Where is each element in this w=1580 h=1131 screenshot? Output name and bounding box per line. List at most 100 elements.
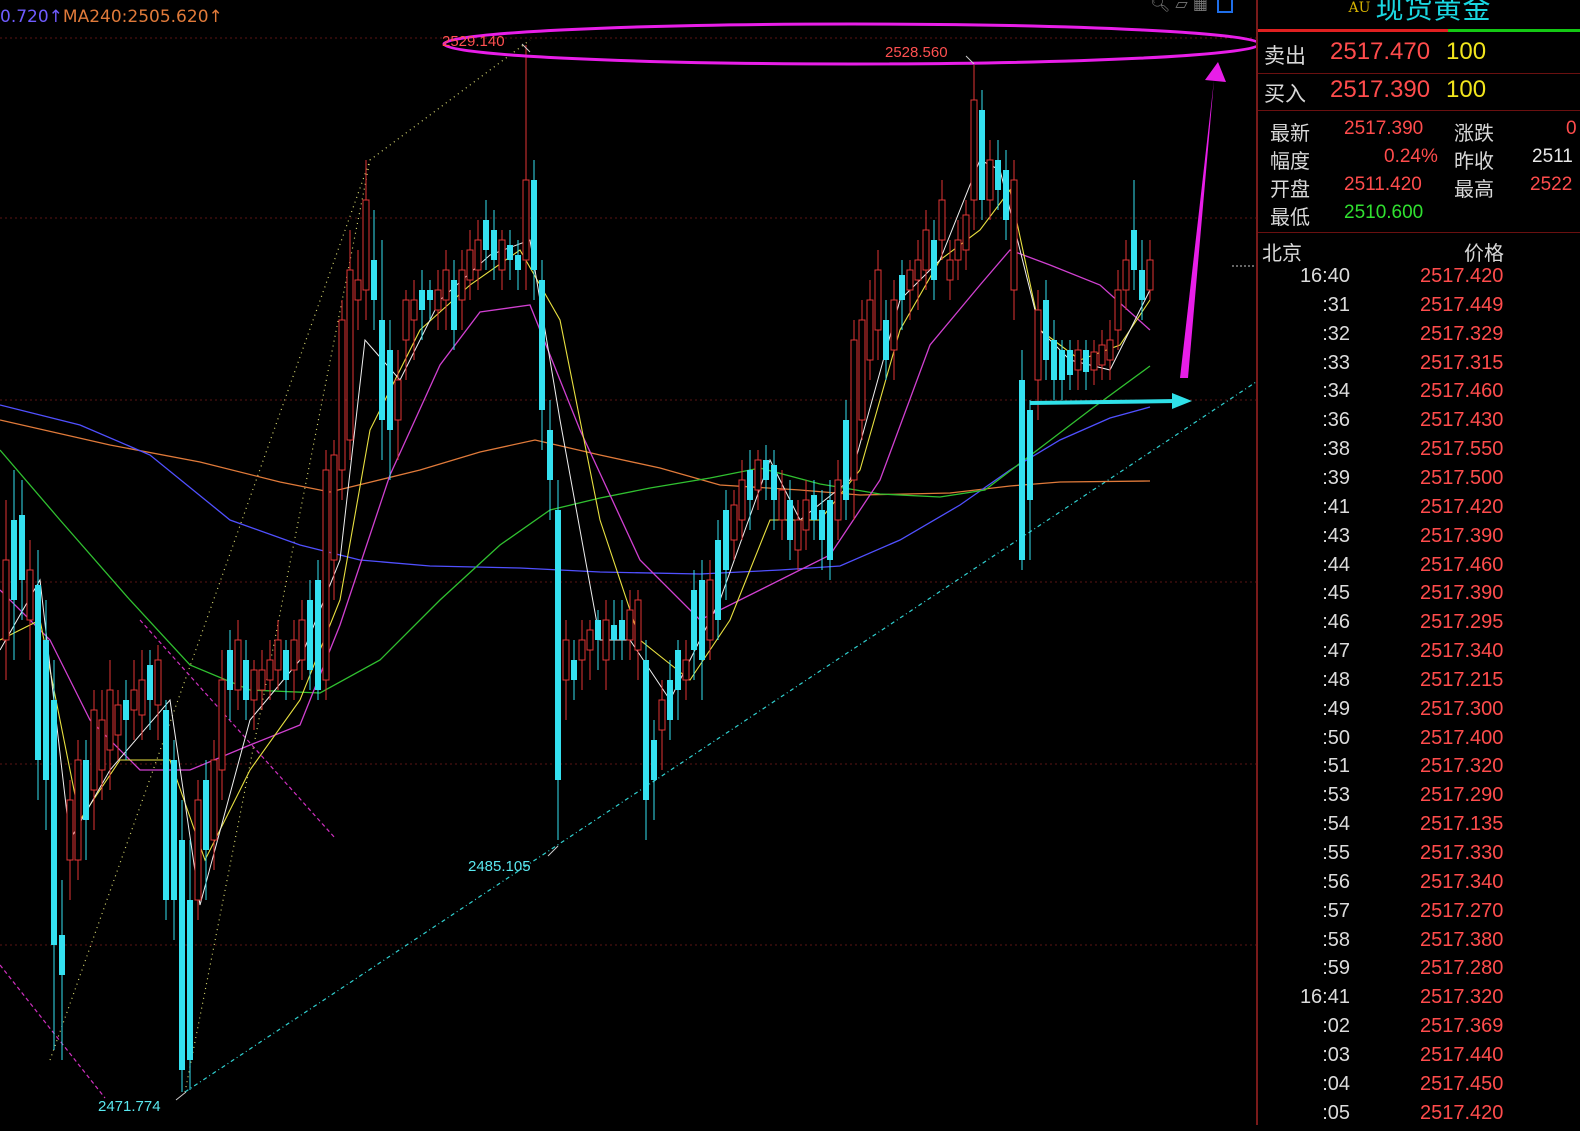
candle-body-up — [210, 759, 218, 841]
ma60-line — [0, 365, 1151, 694]
candle-body-down — [123, 700, 129, 720]
candle-body-up — [338, 319, 346, 471]
tick-time: :46 — [1322, 611, 1350, 634]
price-label-low-left: 2471.774 — [98, 1098, 161, 1115]
candle-body-down — [427, 290, 433, 300]
tick-price: 2517.390 — [1420, 582, 1504, 605]
candlestick-chart[interactable]: 0.720↑MA240:2505.620↑ 🔍︎ ▱ ▦ 2529.140 25… — [0, 0, 1258, 1125]
tick-row: :48 2517.215 — [1258, 669, 1580, 698]
tick-row: :45 2517.390 — [1258, 582, 1580, 611]
candle-body-down — [787, 500, 793, 540]
candle-body-down — [811, 495, 817, 520]
tick-row: :58 2517.380 — [1258, 929, 1580, 958]
candle-body-down — [43, 640, 49, 780]
candle-body-down — [1139, 270, 1145, 300]
candle-body-down — [1051, 340, 1057, 380]
tick-time: :56 — [1322, 870, 1350, 893]
tick-time: :03 — [1322, 1043, 1350, 1066]
candle-body-down — [171, 760, 177, 900]
tick-price: 2517.340 — [1420, 640, 1504, 663]
sell-row[interactable]: 卖出 2517.470 100 — [1258, 36, 1580, 72]
candle-body-up — [970, 99, 978, 201]
candle-body-down — [691, 590, 697, 650]
candle-body-up — [2, 559, 10, 641]
tick-price: 2517.450 — [1420, 1072, 1504, 1095]
buy-row[interactable]: 买入 2517.390 100 — [1258, 74, 1580, 110]
stat-change-value: 0 — [1566, 118, 1577, 139]
candle-body-down — [667, 680, 673, 720]
candle-body-up — [874, 269, 882, 331]
buy-price: 2517.390 — [1330, 76, 1431, 103]
candle-body-up — [858, 319, 866, 421]
tick-time: :45 — [1322, 582, 1350, 605]
tick-row: :31 2517.449 — [1258, 294, 1580, 323]
tick-time: :32 — [1322, 322, 1350, 345]
tick-row: :43 2517.390 — [1258, 525, 1580, 554]
tick-row: :03 2517.440 — [1258, 1044, 1580, 1073]
tick-time: :47 — [1322, 640, 1350, 663]
stat-low: 最低 2510.600 — [1270, 201, 1423, 230]
tick-price: 2517.135 — [1420, 813, 1504, 836]
tick-price: 2517.420 — [1420, 1101, 1504, 1124]
draw-tool-icon[interactable]: ▱ — [1175, 0, 1187, 13]
candle-body-up — [706, 579, 714, 641]
candle-body-up — [458, 269, 466, 301]
tick-price: 2517.215 — [1420, 668, 1504, 691]
candle-body-up — [794, 519, 802, 551]
layout-icon[interactable]: ▦ — [1193, 0, 1208, 13]
tick-time: :33 — [1322, 351, 1350, 374]
tick-price: 2517.369 — [1420, 1015, 1504, 1038]
tick-row: :04 2517.450 — [1258, 1073, 1580, 1102]
trend-line — [0, 964, 106, 1099]
tick-time: :36 — [1322, 409, 1350, 432]
instrument-name: 现货黄金 — [1375, 0, 1492, 25]
tick-price: 2517.329 — [1420, 322, 1504, 345]
ma10-line — [0, 188, 1151, 862]
candle-body-up — [1074, 349, 1082, 371]
ma-legend-value-a: 0.720 — [0, 7, 49, 27]
candle-body-up — [850, 339, 858, 481]
ma240-legend: MA240:2505.620 — [62, 7, 209, 27]
candle-body-down — [643, 660, 649, 800]
candle-body-down — [243, 660, 249, 700]
tick-price: 2517.290 — [1420, 784, 1504, 807]
window-icon[interactable] — [1217, 0, 1234, 13]
tick-time: :41 — [1322, 495, 1350, 518]
chart-grid — [0, 37, 1256, 946]
candle-body-up — [298, 619, 306, 661]
tick-price: 2517.270 — [1420, 899, 1504, 922]
candle-body-down — [883, 320, 889, 360]
candle-body-up — [266, 659, 274, 681]
candle-body-down — [147, 665, 153, 700]
candle-body-down — [651, 740, 657, 780]
candle-body-down — [283, 650, 289, 680]
tick-price: 2517.500 — [1420, 466, 1504, 489]
tick-row: :49 2517.300 — [1258, 698, 1580, 727]
tick-price: 2517.420 — [1420, 495, 1504, 518]
tick-row: :59 2517.280 — [1258, 957, 1580, 986]
candle-body-down — [539, 280, 545, 410]
chart-canvas[interactable] — [0, 0, 1258, 1125]
tick-time: :34 — [1322, 380, 1350, 403]
candle-body-up — [154, 659, 162, 706]
candle-body-down — [187, 900, 193, 1060]
candle-body-up — [658, 699, 666, 731]
tick-time: :54 — [1322, 813, 1350, 836]
candle-body-down — [1059, 350, 1065, 380]
tick-row: :34 2517.460 — [1258, 380, 1580, 409]
tick-price: 2517.550 — [1420, 438, 1504, 461]
candle-body-down — [59, 935, 65, 975]
tick-time: :57 — [1322, 899, 1350, 922]
tick-row: :38 2517.550 — [1258, 438, 1580, 467]
tick-time: :59 — [1322, 957, 1350, 980]
tick-time: :38 — [1322, 438, 1350, 461]
candle-body-up — [914, 259, 922, 281]
candle-body-up — [1106, 339, 1114, 361]
tick-time: 16:40 — [1299, 265, 1350, 287]
tick-row: :05 2517.420 — [1258, 1102, 1580, 1131]
stat-change: 涨跌 0 — [1454, 117, 1577, 146]
tick-price: 2517.380 — [1420, 928, 1504, 951]
candle-body-down — [515, 255, 521, 270]
zoom-icon[interactable]: 🔍︎ — [1150, 0, 1170, 13]
candle-body-down — [715, 540, 721, 620]
